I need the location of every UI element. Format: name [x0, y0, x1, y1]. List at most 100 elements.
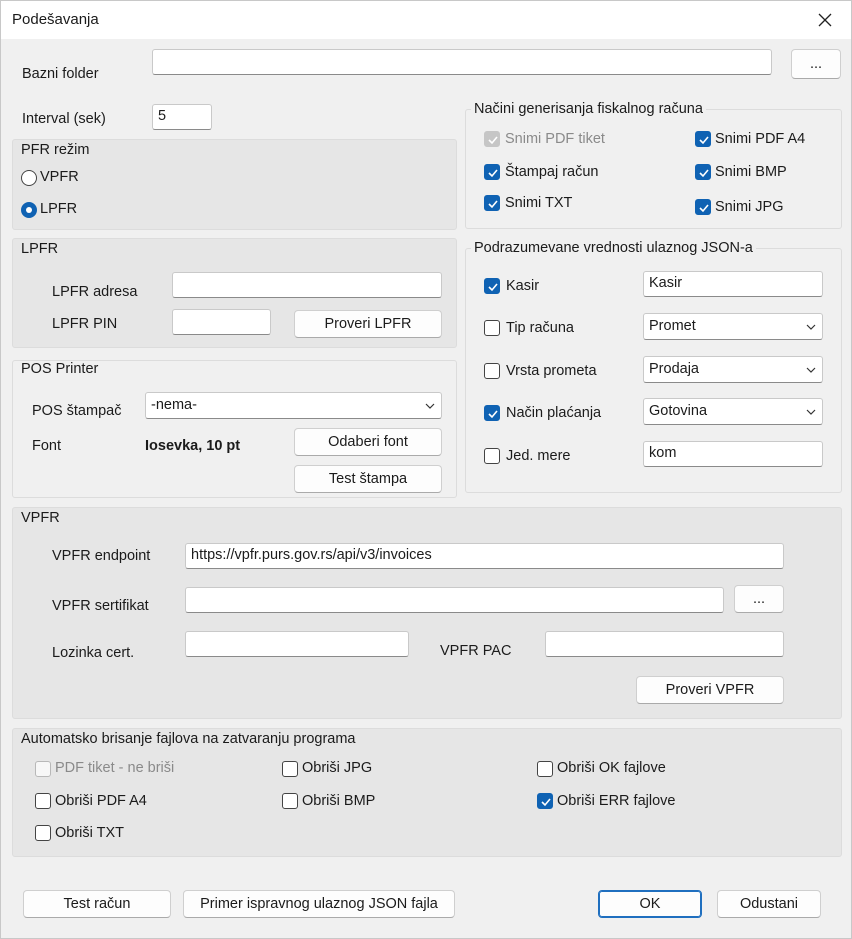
checkbox-obrisi-err-label: Obriši ERR fajlove	[557, 793, 676, 809]
checkbox-snimi-pdf-a4[interactable]	[695, 131, 711, 147]
checkmark-icon	[488, 410, 498, 419]
vpfr-endpoint-input[interactable]: https://vpfr.purs.gov.rs/api/v3/invoices	[185, 543, 784, 569]
checkbox-vrsta-prometa-label: Vrsta prometa	[506, 363, 597, 379]
vrsta-prometa-value: Prodaja	[649, 361, 699, 377]
cancel-button[interactable]: Odustani	[717, 890, 821, 918]
checkbox-obrisi-pdf-a4-label: Obriši PDF A4	[55, 793, 147, 809]
interval-label: Interval (sek)	[22, 111, 106, 127]
checkbox-snimi-bmp[interactable]	[695, 164, 711, 180]
chevron-down-icon	[806, 367, 816, 373]
vpfr-endpoint-label: VPFR endpoint	[52, 548, 151, 564]
checkmark-icon	[699, 136, 709, 145]
radio-lpfr[interactable]	[21, 202, 37, 218]
base-folder-input[interactable]	[152, 49, 772, 75]
lpfr-pin-label: LPFR PIN	[52, 316, 118, 332]
sample-json-button[interactable]: Primer ispravnog ulaznog JSON fajla	[183, 890, 455, 918]
checkmark-icon	[699, 169, 709, 178]
font-label: Font	[32, 438, 62, 454]
vpfr-password-label: Lozinka cert.	[52, 645, 135, 661]
settings-dialog: Podešavanja Bazni folder ... Interval (s…	[0, 0, 852, 939]
checkbox-obrisi-jpg[interactable]	[282, 761, 298, 777]
checkbox-obrisi-ok[interactable]	[537, 761, 553, 777]
checkbox-obrisi-bmp[interactable]	[282, 793, 298, 809]
chevron-down-icon	[806, 409, 816, 415]
vpfr-cert-input[interactable]	[185, 587, 724, 613]
checkmark-icon	[488, 200, 498, 209]
lpfr-title: LPFR	[18, 241, 62, 257]
pos-printer-select[interactable]: -nema-	[145, 392, 442, 419]
radio-lpfr-label: LPFR	[40, 201, 78, 217]
checkbox-obrisi-ok-label: Obriši OK fajlove	[557, 760, 666, 776]
checkbox-kasir[interactable]	[484, 278, 500, 294]
kasir-input[interactable]: Kasir	[643, 271, 823, 297]
checkbox-tip-racuna[interactable]	[484, 320, 500, 336]
jed-mere-input[interactable]: kom	[643, 441, 823, 467]
lpfr-address-label: LPFR adresa	[52, 284, 138, 300]
pos-printer-value: -nema-	[151, 397, 197, 413]
test-invoice-button[interactable]: Test račun	[23, 890, 171, 918]
tip-racuna-value: Promet	[649, 318, 696, 334]
checkbox-obrisi-bmp-label: Obriši BMP	[302, 793, 376, 809]
checkbox-obrisi-jpg-label: Obriši JPG	[302, 760, 373, 776]
vpfr-title: VPFR	[18, 510, 63, 526]
close-button[interactable]	[809, 4, 841, 36]
base-folder-browse-button[interactable]: ...	[791, 49, 841, 79]
checkbox-jed-mere[interactable]	[484, 448, 500, 464]
title-bar: Podešavanja	[1, 1, 851, 39]
checkbox-kasir-label: Kasir	[506, 278, 540, 294]
checkbox-snimi-txt-label: Snimi TXT	[505, 195, 573, 211]
json-defaults-title: Podrazumevane vrednosti ulaznog JSON-a	[471, 240, 756, 256]
radio-vpfr[interactable]	[21, 170, 37, 186]
test-print-button[interactable]: Test štampa	[294, 465, 442, 493]
vpfr-cert-label: VPFR sertifikat	[52, 598, 149, 614]
checkbox-stampaj-racun[interactable]	[484, 164, 500, 180]
vpfr-pac-input[interactable]	[545, 631, 784, 657]
checkbox-snimi-bmp-label: Snimi BMP	[715, 164, 787, 180]
check-lpfr-button[interactable]: Proveri LPFR	[294, 310, 442, 338]
checkbox-snimi-pdf-a4-label: Snimi PDF A4	[715, 131, 806, 147]
pfr-mode-title: PFR režim	[18, 142, 93, 158]
checkbox-nacin-placanja-label: Način plaćanja	[506, 405, 602, 421]
checkbox-snimi-txt[interactable]	[484, 195, 500, 211]
checkmark-icon	[488, 169, 498, 178]
vrsta-prometa-select[interactable]: Prodaja	[643, 356, 823, 383]
window-title: Podešavanja	[12, 11, 99, 28]
interval-input[interactable]: 5	[152, 104, 212, 130]
base-folder-label: Bazni folder	[22, 66, 99, 82]
checkbox-obrisi-err[interactable]	[537, 793, 553, 809]
checkbox-nacin-placanja[interactable]	[484, 405, 500, 421]
vpfr-pac-label: VPFR PAC	[440, 643, 512, 659]
checkbox-snimi-jpg-label: Snimi JPG	[715, 199, 784, 215]
checkbox-jed-mere-label: Jed. mere	[506, 448, 571, 464]
vpfr-cert-browse-button[interactable]: ...	[734, 585, 784, 613]
pos-printer-title: POS Printer	[18, 361, 102, 377]
ok-button[interactable]: OK	[598, 890, 702, 918]
checkbox-pdf-tiket-ne-brisi[interactable]	[35, 761, 51, 777]
auto-delete-title: Automatsko brisanje fajlova na zatvaranj…	[18, 731, 359, 747]
checkbox-snimi-jpg[interactable]	[695, 199, 711, 215]
checkbox-stampaj-racun-label: Štampaj račun	[505, 164, 599, 180]
radio-vpfr-label: VPFR	[40, 169, 79, 185]
font-value: Iosevka, 10 pt	[145, 438, 241, 454]
checkbox-vrsta-prometa[interactable]	[484, 363, 500, 379]
chevron-down-icon	[806, 324, 816, 330]
fiscal-generation-title: Načini generisanja fiskalnog računa	[471, 101, 706, 117]
nacin-placanja-select[interactable]: Gotovina	[643, 398, 823, 425]
checkmark-icon	[541, 798, 551, 807]
tip-racuna-select[interactable]: Promet	[643, 313, 823, 340]
checkmark-icon	[488, 283, 498, 292]
checkbox-obrisi-txt[interactable]	[35, 825, 51, 841]
checkbox-pdf-tiket-ne-brisi-label: PDF tiket - ne briši	[55, 760, 175, 776]
close-icon	[818, 13, 832, 27]
checkmark-icon	[699, 204, 709, 213]
lpfr-pin-input[interactable]	[172, 309, 271, 335]
check-vpfr-button[interactable]: Proveri VPFR	[636, 676, 784, 704]
chevron-down-icon	[425, 403, 435, 409]
choose-font-button[interactable]: Odaberi font	[294, 428, 442, 456]
vpfr-password-input[interactable]	[185, 631, 409, 657]
checkbox-obrisi-pdf-a4[interactable]	[35, 793, 51, 809]
nacin-placanja-value: Gotovina	[649, 403, 708, 419]
lpfr-address-input[interactable]	[172, 272, 442, 298]
checkbox-tip-racuna-label: Tip računa	[506, 320, 574, 336]
checkbox-snimi-pdf-tiket[interactable]	[484, 131, 500, 147]
